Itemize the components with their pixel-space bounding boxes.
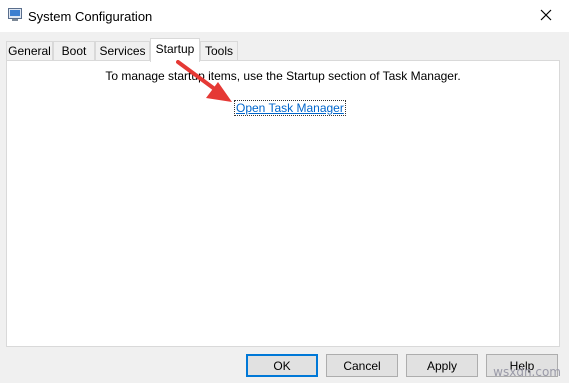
open-task-manager-link[interactable]: Open Task Manager: [234, 100, 346, 116]
tab-boot[interactable]: Boot: [53, 41, 95, 60]
close-button[interactable]: [523, 0, 569, 30]
startup-panel: To manage startup items, use the Startup…: [6, 60, 560, 347]
apply-button[interactable]: Apply: [406, 354, 478, 377]
startup-message: To manage startup items, use the Startup…: [105, 69, 461, 83]
tab-services[interactable]: Services: [95, 41, 150, 60]
close-icon: [540, 9, 552, 21]
watermark: wsxdn.com: [493, 365, 561, 379]
tab-tools[interactable]: Tools: [200, 41, 238, 60]
msconfig-icon: [8, 8, 22, 21]
title-bar: System Configuration: [0, 0, 569, 32]
window-title: System Configuration: [28, 9, 153, 24]
annotation-arrow-icon: [176, 60, 232, 102]
ok-button[interactable]: OK: [246, 354, 318, 377]
dialog-body: General Boot Services Startup Tools To m…: [0, 32, 569, 383]
tab-general[interactable]: General: [6, 41, 53, 60]
cancel-button[interactable]: Cancel: [326, 354, 398, 377]
tab-startup[interactable]: Startup: [150, 38, 200, 62]
